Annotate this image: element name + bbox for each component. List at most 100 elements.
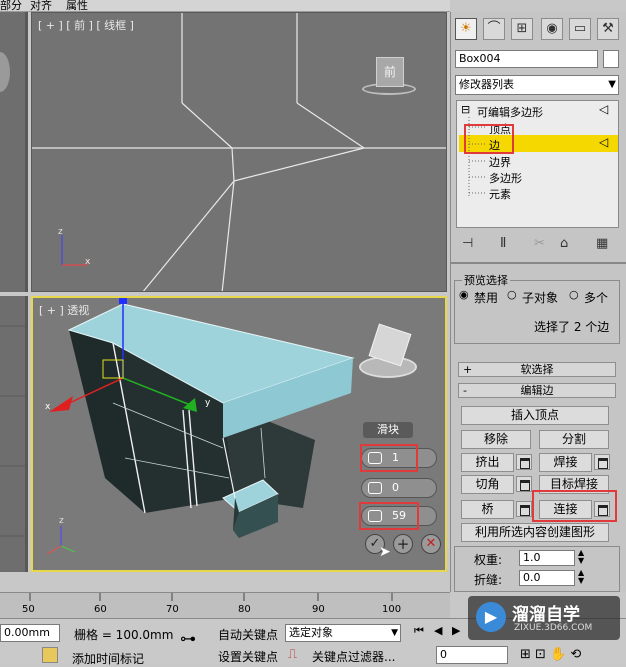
weight-spinner-icon[interactable]: ▲ ▼	[578, 549, 584, 565]
modifier-list-dropdown[interactable]: 修改器列表 ▼	[455, 75, 619, 95]
chevron-down-icon: ▼	[391, 628, 398, 638]
time-ruler[interactable]: 50 60 70 80 90 100	[0, 592, 450, 618]
pinch-icon	[368, 482, 382, 494]
collapse-icon[interactable]: ⊟	[461, 103, 470, 116]
rollout-edit-edges[interactable]: - 编辑边	[458, 383, 616, 398]
tick-80: 80	[238, 604, 251, 615]
extrude-settings-icon[interactable]	[516, 454, 532, 470]
tick-60: 60	[94, 604, 107, 615]
tick-50: 50	[22, 604, 35, 615]
viewport-bottom-left[interactable]	[0, 296, 28, 572]
selected-object-dropdown[interactable]: 选定对象 ▼	[285, 624, 401, 642]
make-unique-icon[interactable]: ✂	[534, 236, 545, 251]
annotation-box-connect	[532, 490, 617, 522]
annotation-box-slide	[359, 502, 419, 530]
radio-disabled-label: 禁用	[474, 291, 499, 305]
selection-status: 选择了 2 个边	[534, 320, 610, 334]
caddy-cancel-icon[interactable]: ✕	[421, 534, 441, 554]
expand-icon: +	[463, 363, 473, 376]
insert-vertex-button[interactable]: 插入顶点	[461, 406, 609, 425]
chamfer-settings-icon[interactable]	[516, 476, 532, 492]
menu-bar: 部分 对齐 属性	[0, 0, 450, 12]
prev-frame-icon[interactable]: ◀	[434, 624, 442, 637]
radio-disabled-icon[interactable]: ◉	[459, 288, 469, 301]
pin-stack-icon[interactable]: ⊣	[462, 236, 473, 251]
tick-70: 70	[166, 604, 179, 615]
light-bulb-icon[interactable]: ◁	[599, 102, 608, 116]
configure-sets-icon[interactable]: ▦	[596, 236, 608, 251]
persp-axis-z: z	[59, 516, 64, 526]
mouse-cursor-icon: ➤	[379, 544, 391, 560]
front-wireframe	[32, 13, 446, 291]
crease-input[interactable]: 0.0	[519, 570, 575, 586]
modify-tab-icon[interactable]: ⌒	[483, 18, 505, 40]
radio-subobject-icon[interactable]: ○	[507, 288, 517, 301]
caddy-title: 滑块	[363, 422, 413, 438]
key-icon[interactable]: ⊶	[180, 629, 196, 648]
viewport-nav-icons[interactable]: ⊞ ⊡ ✋ ⟲	[520, 647, 581, 662]
tick-90: 90	[312, 604, 325, 615]
bridge-button[interactable]: 桥	[461, 500, 514, 519]
play-icon[interactable]: ▶	[452, 624, 460, 637]
chamfer-button[interactable]: 切角	[461, 475, 514, 494]
auto-key-button[interactable]: 自动关键点	[218, 626, 278, 643]
add-time-tag[interactable]: 添加时间标记	[72, 650, 144, 667]
bridge-settings-icon[interactable]	[516, 501, 532, 517]
front-viewcube[interactable]: 前	[376, 57, 404, 87]
radio-multiple-label: 多个	[584, 291, 609, 305]
caddy-pinch-value[interactable]: 0	[392, 481, 399, 494]
modifier-stack: ⊟ 可编辑多边形 ◁ 顶点 边 ◁ 边界 多边形 元素	[456, 100, 619, 228]
remove-button[interactable]: 移除	[461, 430, 531, 449]
set-key-button[interactable]: 设置关键点	[218, 648, 278, 665]
tick-100: 100	[382, 604, 402, 615]
motion-tab-icon[interactable]: ◉	[541, 18, 563, 40]
crease-spinner-icon[interactable]: ▲ ▼	[578, 569, 584, 585]
edge-active-icon: ◁	[599, 135, 609, 149]
hierarchy-tab-icon[interactable]: ⊞	[511, 18, 533, 40]
collapse-rollout-icon: -	[463, 384, 467, 397]
weight-input[interactable]: 1.0	[519, 550, 575, 566]
frame-field[interactable]: 0	[436, 646, 508, 664]
create-shape-button[interactable]: 利用所选内容创建图形	[461, 523, 609, 542]
persp-gizmo-y: y	[205, 398, 211, 408]
chevron-down-icon: ▼	[608, 79, 616, 90]
display-tab-icon[interactable]: ▭	[569, 18, 591, 40]
split-button[interactable]: 分割	[539, 430, 609, 449]
watermark-logo-icon: ▶	[476, 602, 506, 632]
crease-label: 折缝:	[474, 573, 503, 587]
create-tab-icon[interactable]: ☀	[455, 18, 477, 40]
utilities-tab-icon[interactable]: ⚒	[597, 18, 619, 40]
key-filters-button[interactable]: 关键点过滤器...	[312, 648, 395, 665]
annotation-box-edge	[464, 124, 514, 154]
preview-selection-title: 预览选择	[462, 272, 510, 288]
radio-multiple-icon[interactable]: ○	[569, 288, 579, 301]
caddy-apply-icon[interactable]: +	[393, 534, 413, 554]
panel-divider	[450, 262, 626, 264]
viewport-front[interactable]: [ + ] [ 前 ] [ 线框 ] z x 前	[31, 12, 447, 292]
front-axis-z: z	[58, 227, 63, 237]
time-tag-icon[interactable]	[42, 647, 58, 663]
radio-subobject-label: 子对象	[522, 291, 559, 305]
go-start-icon[interactable]: ⏮	[414, 624, 424, 638]
show-end-result-icon[interactable]: Ⅱ	[500, 236, 506, 251]
remove-modifier-icon[interactable]: ⌂	[560, 236, 568, 251]
rollout-soft-select-label: 软选择	[520, 363, 554, 376]
extrude-button[interactable]: 挤出	[461, 453, 514, 472]
watermark-brand: 溜溜自学	[512, 605, 580, 625]
object-name-field[interactable]: Box004	[455, 50, 598, 68]
key-filter-icon: ⎍	[288, 647, 298, 662]
watermark-url: ZIXUE.3D66.COM	[514, 623, 593, 633]
stack-toolbar: ⊣ Ⅱ ✂ ⌂ ▦	[456, 236, 619, 254]
modifier-list-label: 修改器列表	[459, 78, 514, 91]
weld-button[interactable]: 焊接	[539, 453, 592, 472]
annotation-box-segments	[360, 444, 418, 472]
rollout-soft-select[interactable]: + 软选择	[458, 362, 616, 377]
coord-field[interactable]: 0.00mm	[0, 624, 60, 642]
viewport-top-left[interactable]	[0, 12, 28, 292]
selected-object-label: 选定对象	[289, 626, 333, 639]
viewport-perspective[interactable]: [ + ] 透视 x y z 滑块 1 0 59 ✓ + ✕ ➤	[31, 296, 447, 572]
object-color-swatch[interactable]	[603, 50, 619, 68]
weld-settings-icon[interactable]	[594, 454, 610, 470]
weight-label: 权重:	[474, 553, 503, 567]
caddy-pinch[interactable]: 0	[361, 478, 437, 498]
